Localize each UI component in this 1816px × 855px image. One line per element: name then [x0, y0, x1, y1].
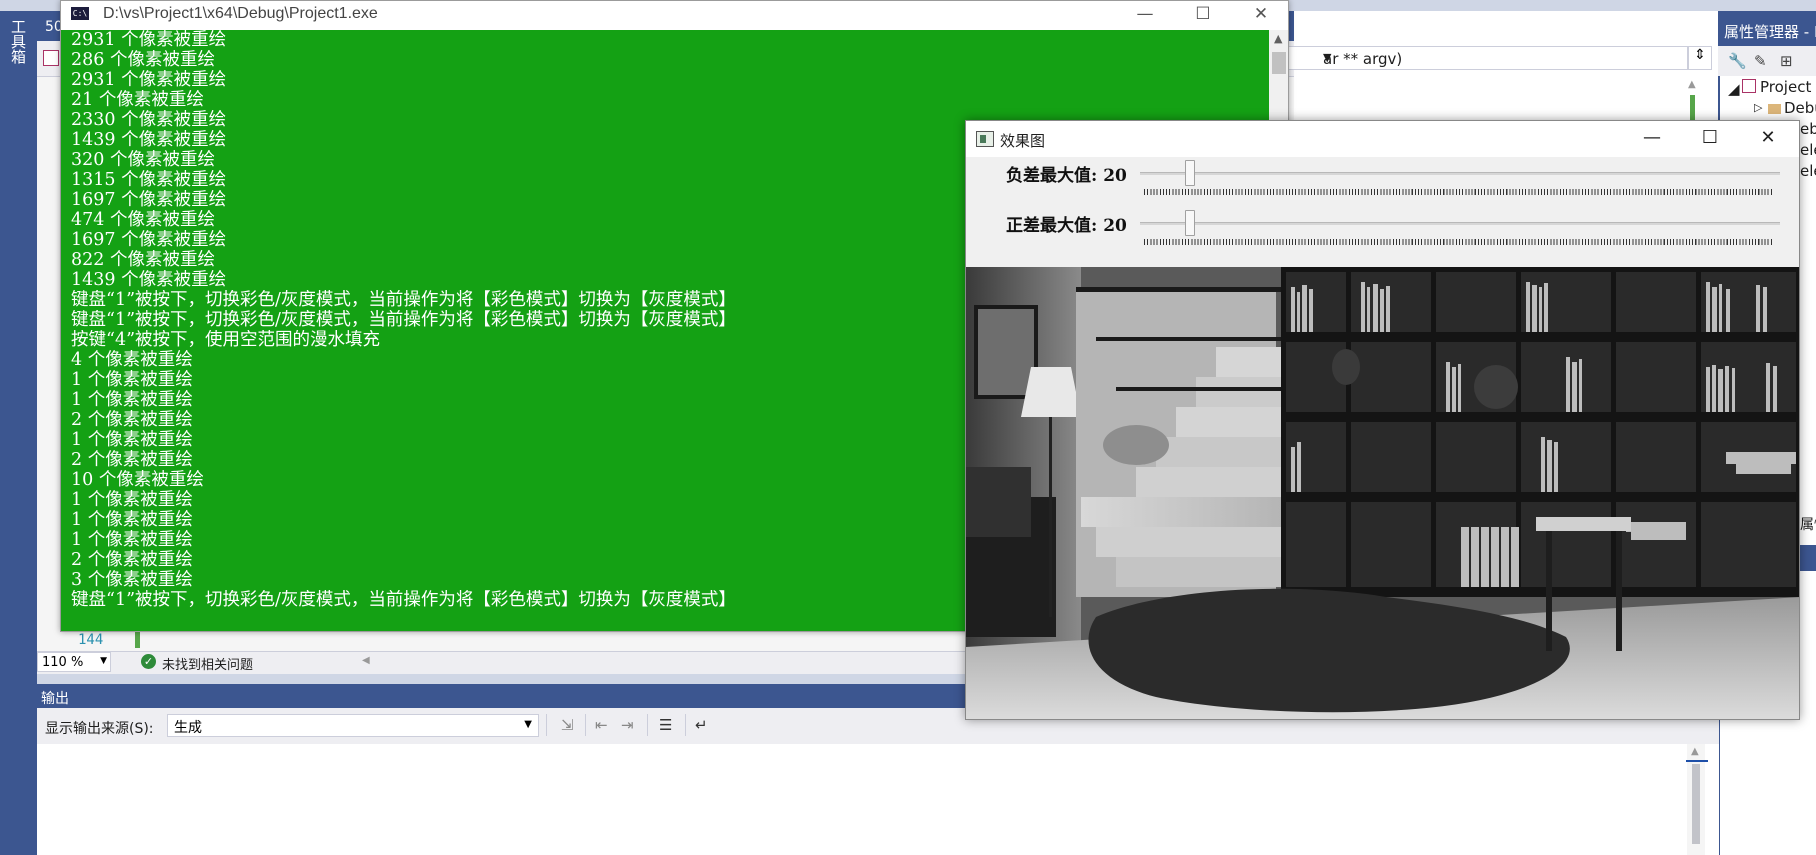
chevron-down-icon: ▼	[524, 719, 532, 730]
scroll-left-icon[interactable]: ◀	[362, 655, 370, 666]
trackbar-label: 正差最大值: 20	[1006, 216, 1127, 236]
trackbar-thumb[interactable]	[1185, 210, 1196, 236]
clear-all-icon[interactable]: ☰	[659, 716, 672, 734]
chevron-down-icon: ▼	[100, 656, 107, 666]
property-manager-toolbar: 🔧 ✎ ⊞	[1718, 46, 1816, 76]
console-line: 21 个像素被重绘	[71, 90, 204, 110]
trackbar-negative-diff: 负差最大值: 20	[966, 157, 1799, 207]
settings-wand-icon[interactable]: ✎	[1754, 52, 1767, 70]
tree-collapse-icon[interactable]: ▷	[1754, 101, 1762, 114]
minimize-button[interactable]: —	[1623, 121, 1681, 157]
scroll-thumb[interactable]	[1272, 52, 1286, 74]
zoom-value: 110 %	[42, 655, 84, 670]
issues-status[interactable]: 未找到相关问题	[162, 654, 253, 673]
output-scroll-marker	[1686, 760, 1708, 762]
image-window-titlebar[interactable]: 效果图 — ☐ ✕	[966, 121, 1799, 157]
scroll-thumb[interactable]	[1692, 764, 1700, 844]
check-circle-icon: ✓	[141, 654, 156, 669]
image-window-title: 效果图	[1000, 132, 1046, 150]
output-source-select[interactable]: 生成 ▼	[167, 714, 539, 737]
toolbox-sidebar[interactable]: 工具箱	[0, 11, 37, 855]
trackbar-ticks	[1144, 189, 1774, 195]
tree-item-debug[interactable]: Debu	[1784, 99, 1816, 117]
scroll-up-icon[interactable]: ▲	[1691, 746, 1699, 757]
function-dropdown[interactable]: ar ** argv) ▼	[1284, 46, 1688, 70]
trackbar-thumb[interactable]	[1185, 160, 1196, 186]
next-message-icon[interactable]: ⇥	[621, 716, 634, 734]
maximize-button[interactable]: ☐	[1174, 1, 1232, 30]
grayscale-room-image[interactable]	[966, 267, 1799, 719]
previous-message-icon[interactable]: ⇤	[595, 716, 608, 734]
scroll-up-icon[interactable]: ▲	[1688, 79, 1696, 90]
tab-dropdown-icon[interactable]: ▼	[1670, 24, 1679, 38]
output-source-label: 显示输出来源(S):	[45, 721, 154, 737]
tree-item-project[interactable]: Project	[1760, 78, 1811, 96]
toolbar-separator	[546, 714, 547, 736]
console-title: D:\vs\Project1\x64\Debug\Project1.exe	[103, 5, 378, 22]
project-icon	[1742, 79, 1756, 93]
trackbar-positive-diff: 正差最大值: 20	[966, 207, 1799, 257]
image-window[interactable]: 效果图 — ☐ ✕ 负差最大值: 20 正差最大值: 20	[965, 120, 1800, 720]
gear-icon[interactable]: ⚙	[1693, 21, 1706, 37]
console-line: 286 个像素被重绘	[71, 50, 215, 70]
toolbar-separator	[685, 714, 686, 736]
tree-item-debug-2[interactable]: ebu	[1800, 120, 1816, 138]
desktop: 工具箱 50 ▼ ⚙ ar ** argv) ▼ ⇕ ▲ 属性管理器 - P 🔧…	[0, 0, 1816, 855]
trackbar-ticks	[1144, 239, 1774, 245]
room-photo	[966, 267, 1799, 719]
tree-item-release-2[interactable]: elea	[1800, 162, 1816, 180]
minimize-button[interactable]: —	[1116, 1, 1174, 30]
word-wrap-icon[interactable]: ↵	[695, 716, 708, 734]
console-line: 2931 个像素被重绘	[71, 30, 227, 50]
project-nav-icon[interactable]	[43, 50, 59, 66]
output-text-area[interactable]	[37, 744, 1719, 855]
close-button[interactable]: ✕	[1739, 121, 1797, 157]
maximize-button[interactable]: ☐	[1681, 121, 1739, 157]
trackbar-label: 负差最大值: 20	[1006, 166, 1127, 186]
close-button[interactable]: ✕	[1232, 1, 1288, 30]
tree-item-release[interactable]: elea	[1800, 141, 1816, 159]
trackbar-track[interactable]	[1140, 172, 1780, 175]
add-property-sheet-icon[interactable]: ⊞	[1780, 52, 1793, 70]
line-number: 144	[78, 632, 104, 648]
chevron-down-icon: ▼	[1323, 51, 1332, 64]
console-app-icon: C:\	[71, 7, 89, 20]
image-window-icon	[976, 131, 994, 147]
zoom-dropdown[interactable]: 110 % ▼	[37, 652, 111, 672]
toolbar-separator	[585, 714, 586, 736]
tree-expand-icon[interactable]: ◢	[1728, 80, 1740, 98]
wrench-icon[interactable]: 🔧	[1728, 52, 1747, 70]
trackbar-track[interactable]	[1140, 222, 1780, 225]
split-editor-button[interactable]: ⇕	[1688, 46, 1712, 70]
property-manager-header: 属性管理器 - P	[1718, 11, 1816, 46]
output-panel-title: 输出	[41, 691, 69, 707]
folder-icon	[1768, 104, 1781, 114]
toolbar-separator	[647, 714, 648, 736]
find-message-icon[interactable]: ⇲	[561, 716, 574, 734]
output-source-value: 生成	[174, 720, 202, 736]
toolbox-label[interactable]: 工具箱	[8, 19, 29, 64]
console-titlebar[interactable]: C:\ D:\vs\Project1\x64\Debug\Project1.ex…	[61, 1, 1288, 30]
property-manager-title: 属性管理器 - P	[1724, 23, 1816, 41]
properties-tab-label[interactable]: 属性	[1800, 514, 1816, 534]
scroll-up-icon[interactable]: ▲	[1274, 32, 1282, 45]
console-line: 2931 个像素被重绘	[71, 70, 227, 90]
